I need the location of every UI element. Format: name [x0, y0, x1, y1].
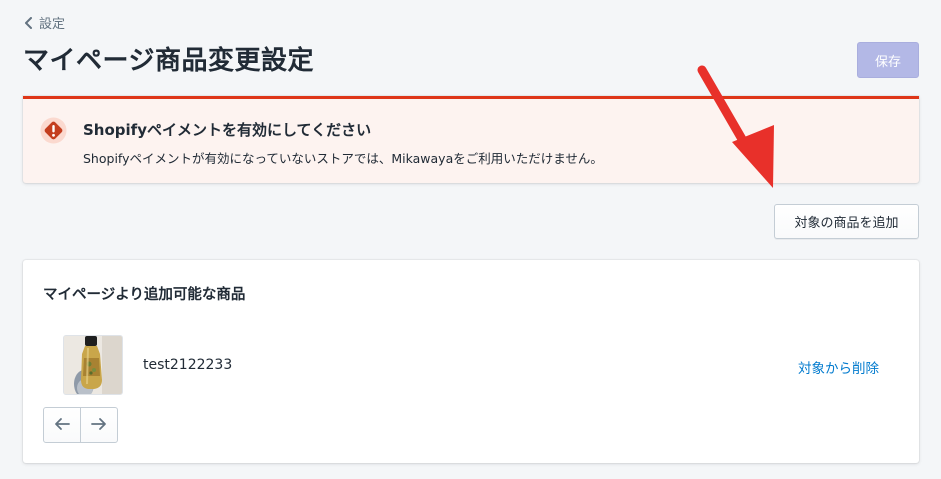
next-page-button[interactable]: [80, 407, 118, 443]
alert-diamond-icon: [40, 117, 67, 144]
remove-product-link[interactable]: 対象から削除: [798, 357, 879, 377]
banner-title: Shopifyペイメントを有効にしてください: [83, 121, 372, 139]
product-name: test2122233: [143, 357, 233, 373]
pagination: [43, 407, 118, 443]
add-product-button[interactable]: 対象の商品を追加: [774, 204, 919, 239]
arrow-right-icon: [91, 417, 107, 434]
products-card: マイページより追加可能な商品 test2122233 対象から削除: [23, 260, 919, 463]
prev-page-button[interactable]: [43, 407, 81, 443]
card-title: マイページより追加可能な商品: [43, 287, 246, 303]
page-title: マイページ商品変更設定: [23, 46, 314, 76]
banner-message: Shopifyペイメントが有効になっていないストアでは、Mikawayaをご利用…: [83, 151, 603, 166]
breadcrumb[interactable]: 設定: [24, 13, 65, 32]
save-button[interactable]: 保存: [857, 42, 919, 78]
arrow-left-icon: [54, 417, 70, 434]
page: 設定 マイページ商品変更設定 保存 Shopifyペイメントを有効にしてください…: [0, 0, 941, 479]
alert-banner: Shopifyペイメントを有効にしてください Shopifyペイメントが有効にな…: [23, 96, 919, 183]
breadcrumb-label: 設定: [39, 17, 66, 32]
product-thumbnail: [63, 335, 123, 395]
chevron-left-icon: [24, 16, 34, 29]
